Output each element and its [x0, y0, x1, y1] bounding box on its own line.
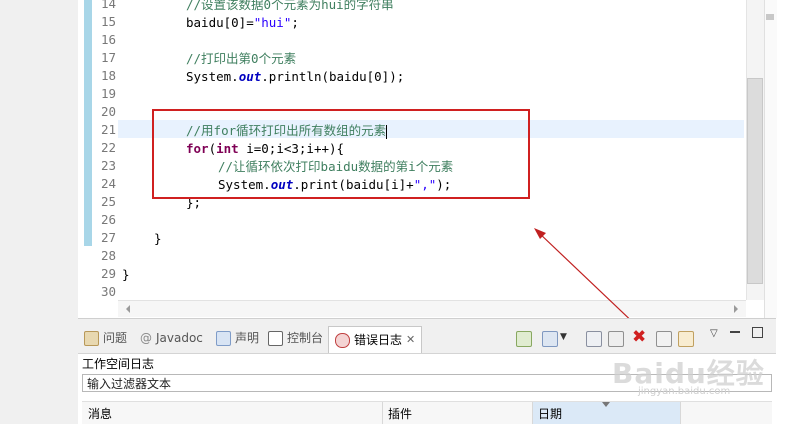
tab-label: 控制台	[287, 331, 324, 345]
import-log-icon[interactable]	[542, 331, 558, 347]
sort-caret-icon	[602, 402, 610, 407]
tab-label: 声明	[235, 331, 260, 345]
open-log-icon[interactable]	[656, 331, 672, 347]
at-icon: @	[140, 331, 152, 345]
chevron-down-icon[interactable]: ▼	[560, 332, 567, 342]
tab-javadoc[interactable]: @ Javadoc	[140, 328, 203, 348]
tab-label: 错误日志	[354, 333, 403, 347]
view-menu-icon[interactable]: ▽	[710, 328, 718, 339]
close-icon[interactable]: ✕	[406, 330, 415, 350]
tab-label: Javadoc	[156, 331, 203, 345]
problems-icon	[84, 330, 99, 346]
tab-problems[interactable]: 问题	[84, 328, 127, 348]
tab-label: 问题	[103, 331, 128, 345]
console-icon	[268, 330, 283, 346]
column-header-message[interactable]: 消息	[88, 405, 112, 422]
column-divider[interactable]	[680, 402, 681, 424]
tab-console[interactable]: 控制台	[268, 328, 323, 348]
delete-log-icon[interactable]	[608, 331, 624, 347]
error-log-icon	[335, 332, 350, 348]
minimize-icon[interactable]	[730, 331, 740, 333]
export-log-icon[interactable]	[516, 331, 532, 347]
table-header: 消息 插件 日期	[82, 401, 772, 424]
column-header-date[interactable]: 日期	[538, 405, 562, 422]
column-divider[interactable]	[532, 402, 533, 424]
declaration-icon	[216, 330, 231, 346]
column-header-plugin[interactable]: 插件	[388, 405, 412, 422]
view-tab-bar: 问题 @ Javadoc 声明 控制台 错误日志 ✕ ▼ ✖ ▽	[78, 319, 776, 354]
delete-icon[interactable]: ✖	[632, 327, 646, 347]
tab-error-log[interactable]: 错误日志 ✕	[328, 326, 423, 353]
restore-log-icon[interactable]	[678, 331, 694, 347]
panel-title: 工作空间日志	[82, 357, 155, 371]
tab-declaration[interactable]: 声明	[216, 328, 259, 348]
column-divider[interactable]	[382, 402, 383, 424]
maximize-icon[interactable]	[752, 327, 763, 338]
clear-log-icon[interactable]	[586, 331, 602, 347]
watermark-url: jingyan.baidu.com	[638, 386, 731, 397]
